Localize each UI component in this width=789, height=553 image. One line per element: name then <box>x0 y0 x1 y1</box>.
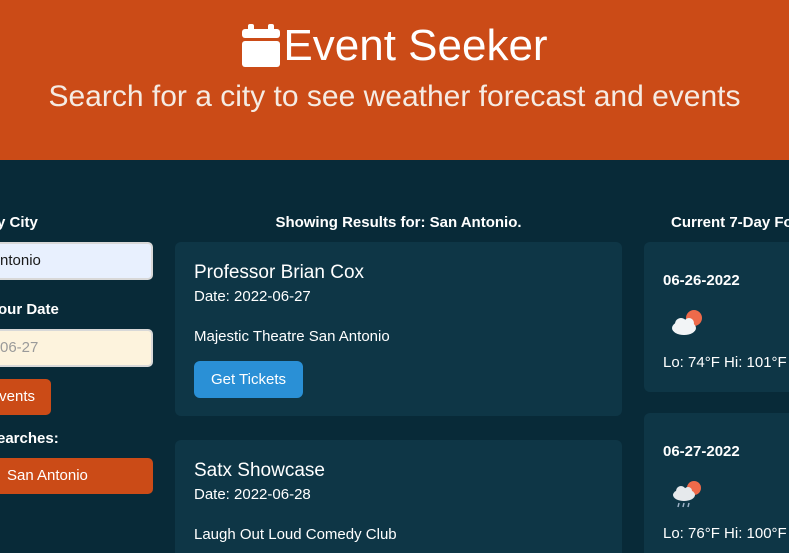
get-tickets-button[interactable]: Get Tickets <box>194 361 303 398</box>
calendar-icon <box>242 24 281 67</box>
date-input[interactable]: 06-27 <box>0 329 153 367</box>
city-input[interactable]: ntonio <box>0 242 153 280</box>
history-item-san-antonio[interactable]: San Antonio <box>0 458 153 494</box>
site-header: Event Seeker Search for a city to see we… <box>0 0 789 160</box>
forecast-card: 06-27-2022 Lo: 76°F Hi: 100°F <box>644 413 789 553</box>
forecast-temps: Lo: 76°F Hi: 100°F <box>663 525 787 542</box>
event-date: Date: 2022-06-27 <box>194 288 311 305</box>
event-card: Professor Brian Cox Date: 2022-06-27 Maj… <box>175 242 622 416</box>
forecast-temps: Lo: 74°F Hi: 101°F <box>663 354 787 371</box>
event-name: Professor Brian Cox <box>194 262 365 283</box>
results-heading: Showing Results for: San Antonio. <box>275 214 522 231</box>
forecast-date: 06-27-2022 <box>663 443 740 460</box>
event-venue: Majestic Theatre San Antonio <box>194 328 390 345</box>
event-date: Date: 2022-06-28 <box>194 486 311 503</box>
page-subtitle: Search for a city to see weather forecas… <box>48 80 741 113</box>
date-label: our Date <box>0 301 59 318</box>
forecast-date: 06-26-2022 <box>663 272 740 289</box>
forecast-heading: Current 7-Day Fo <box>671 214 789 231</box>
forecast-card: 06-26-2022 Lo: 74°F Hi: 101°F <box>644 242 789 392</box>
title-row: Event Seeker <box>0 20 789 72</box>
event-card: Satx Showcase Date: 2022-06-28 Laugh Out… <box>175 440 622 553</box>
event-name: Satx Showcase <box>194 460 325 481</box>
page-title: Event Seeker <box>283 21 548 70</box>
event-venue: Laugh Out Loud Comedy Club <box>194 526 397 543</box>
city-label: y City <box>0 214 38 231</box>
search-events-button[interactable]: vents <box>0 379 51 415</box>
partly-cloudy-day-icon <box>672 310 702 335</box>
search-history-label: earches: <box>0 430 59 447</box>
rain-sun-icon <box>673 481 701 508</box>
